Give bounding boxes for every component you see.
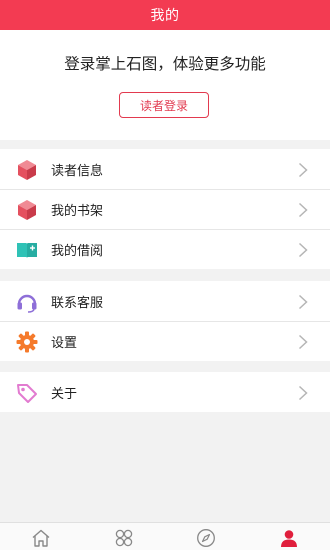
menu-item-label: 我的借阅: [51, 243, 104, 259]
reader-login-button[interactable]: 读者登录: [119, 92, 209, 118]
menu-group-3: 关于: [0, 372, 330, 412]
menu-group-2: 联系客服 设置: [0, 281, 330, 361]
app-header: 我的: [0, 0, 330, 30]
page-title: 我的: [150, 8, 180, 24]
chevron-right-icon: [298, 242, 308, 258]
bottom-tab-bar: [0, 522, 330, 550]
menu-item-settings[interactable]: 设置: [0, 321, 330, 361]
cube-icon: [18, 200, 36, 220]
tag-icon: [17, 384, 37, 403]
compass-icon[interactable]: [196, 528, 216, 548]
menu-item-reader-info[interactable]: 读者信息: [0, 149, 330, 189]
menu-item-label: 我的书架: [51, 203, 104, 219]
apps-icon[interactable]: [114, 528, 134, 548]
user-icon[interactable]: [279, 528, 299, 548]
login-prompt: 登录掌上石图，体验更多功能: [64, 55, 266, 73]
chevron-right-icon: [298, 334, 308, 350]
home-icon[interactable]: [31, 528, 51, 548]
menu-group-1: 读者信息 我的书架 我的借阅: [0, 149, 330, 269]
chevron-right-icon: [298, 202, 308, 218]
menu-item-label: 读者信息: [51, 163, 104, 179]
chevron-right-icon: [298, 385, 308, 401]
book-plus-icon: [17, 243, 37, 258]
menu-item-contact-service[interactable]: 联系客服: [0, 281, 330, 321]
cube-icon: [18, 160, 36, 180]
gear-icon: [16, 331, 38, 353]
menu-item-my-bookshelf[interactable]: 我的书架: [0, 189, 330, 229]
menu-item-about[interactable]: 关于: [0, 372, 330, 412]
chevron-right-icon: [298, 162, 308, 178]
login-card: 登录掌上石图，体验更多功能 读者登录: [0, 30, 330, 140]
headset-icon: [17, 294, 37, 313]
chevron-right-icon: [298, 294, 308, 310]
menu-item-label: 关于: [51, 386, 78, 402]
menu-item-label: 设置: [51, 335, 78, 351]
menu-item-my-borrowing[interactable]: 我的借阅: [0, 229, 330, 269]
menu-item-label: 联系客服: [51, 295, 104, 311]
